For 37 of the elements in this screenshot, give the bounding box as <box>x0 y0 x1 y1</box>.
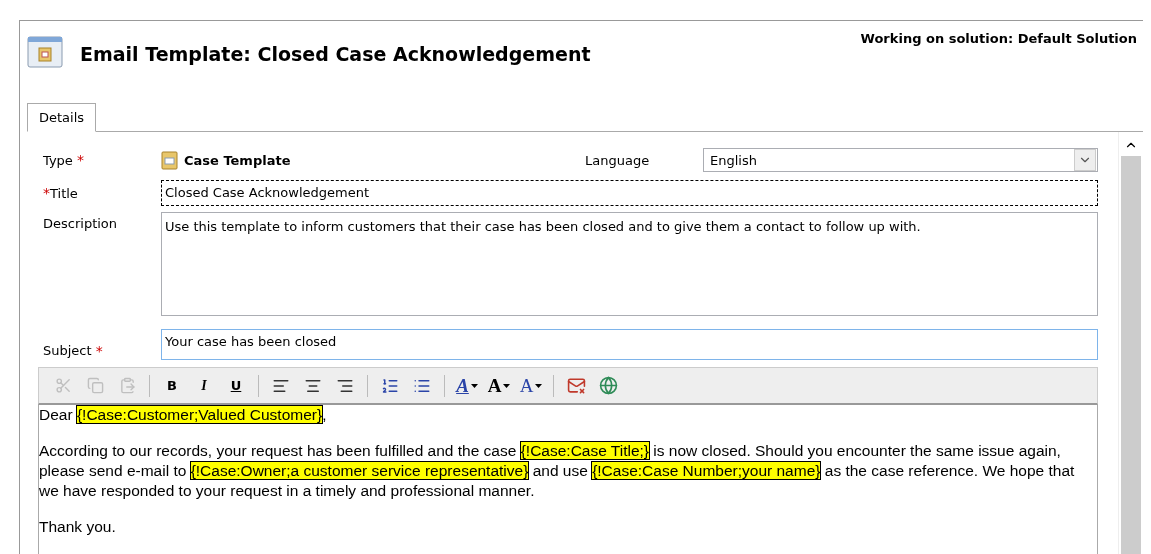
mail-cross-icon <box>566 376 586 395</box>
bold-button[interactable]: B <box>156 371 188 400</box>
template-icon <box>161 150 178 170</box>
caret-icon <box>535 383 543 388</box>
caret-icon <box>503 383 511 388</box>
solution-label: Working on solution: Default Solution <box>860 31 1137 46</box>
body-paragraph: Dear {!Case:Customer;Valued Customer}, <box>39 405 328 425</box>
description-field[interactable]: Use this template to inform customers that their case has been closed and to give them a contact to follow up with. <box>161 212 1098 316</box>
required-mark: * <box>95 342 103 359</box>
required-mark: * <box>43 185 50 201</box>
numbered-list-icon <box>381 376 399 395</box>
copy-icon <box>86 377 104 394</box>
type-value: Case Template <box>184 152 291 168</box>
language-select[interactable]: English <box>703 148 1098 172</box>
font-size-button[interactable]: A <box>483 371 515 400</box>
body-paragraph: Thank you. <box>39 517 117 537</box>
field-label: Title <box>50 185 78 201</box>
italic-button[interactable]: I <box>188 371 220 400</box>
clipboard-icon <box>118 377 136 394</box>
field-label: Description <box>43 215 119 231</box>
font-color-button[interactable]: A <box>515 371 547 400</box>
body-paragraph: According to our records, your request has been fulfilled and the case {!Case:Case Title;} is now closed. Should you encounter the same issue again, please send e-mail to {!Case:Owner;a customer service representative} and use {!Case:Case Number;your name} as the case reference. We hope that we have responded to your request in a timely and professional manner. <box>39 441 1076 501</box>
title-field[interactable]: Closed Case Acknowledgement <box>161 180 1098 206</box>
scissors-icon <box>54 377 72 394</box>
details-tab[interactable]: Details <box>27 103 97 132</box>
underline-button[interactable]: U <box>220 371 252 400</box>
field-label: Type <box>43 152 73 168</box>
scrollbar[interactable] <box>1118 132 1143 554</box>
field-label: Language <box>585 152 651 168</box>
highlight-button[interactable]: A <box>451 371 483 400</box>
email-body-editor[interactable] <box>38 405 1098 554</box>
page-title: Email Template: Closed Case Acknowledgement <box>80 43 591 65</box>
globe-icon <box>598 376 618 395</box>
subject-field[interactable]: Your case has been closed <box>161 329 1098 360</box>
caret-icon <box>470 383 478 388</box>
field-label: Subject <box>43 343 92 358</box>
required-mark: * <box>77 152 84 168</box>
